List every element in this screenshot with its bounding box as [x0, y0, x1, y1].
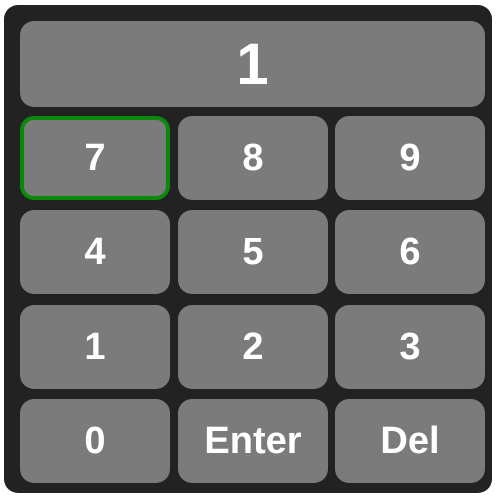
key-7[interactable]: 7	[20, 116, 170, 200]
key-1[interactable]: 1	[20, 305, 170, 389]
entry-display: 1	[20, 21, 485, 107]
key-8[interactable]: 8	[178, 116, 328, 200]
key-9[interactable]: 9	[335, 116, 485, 200]
enter-button[interactable]: Enter	[178, 399, 328, 483]
key-6[interactable]: 6	[335, 210, 485, 294]
key-4[interactable]: 4	[20, 210, 170, 294]
keypad-panel: 1 7 8 9 4 5 6 1 2 3 0 Enter Del	[4, 5, 492, 493]
key-0[interactable]: 0	[20, 399, 170, 483]
key-3[interactable]: 3	[335, 305, 485, 389]
key-5[interactable]: 5	[178, 210, 328, 294]
key-2[interactable]: 2	[178, 305, 328, 389]
delete-button[interactable]: Del	[335, 399, 485, 483]
